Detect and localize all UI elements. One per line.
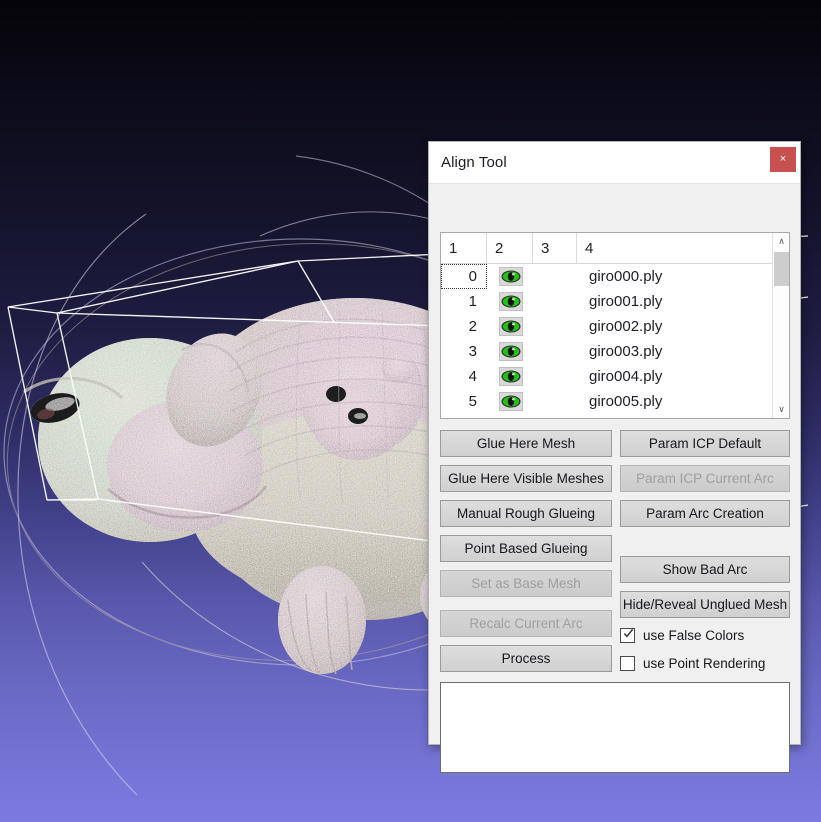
table-row[interactable]: 1 giro001.ply bbox=[441, 289, 789, 314]
scrollbar-thumb[interactable] bbox=[774, 252, 789, 286]
log-output-area[interactable] bbox=[440, 682, 790, 773]
mesh-row-name[interactable]: giro005.ply bbox=[589, 389, 662, 414]
glue-here-mesh-button[interactable]: Glue Here Mesh bbox=[440, 430, 612, 457]
column-header-1[interactable]: 1 bbox=[441, 233, 487, 264]
mesh-list-header: 1 2 3 4 bbox=[441, 233, 789, 264]
mesh-row-flag[interactable] bbox=[545, 289, 589, 314]
scroll-down-icon[interactable]: ∨ bbox=[773, 401, 790, 418]
dialog-title: Align Tool bbox=[441, 154, 507, 171]
use-point-rendering-label: use Point Rendering bbox=[643, 654, 765, 673]
mesh-list-scrollbar[interactable]: ∧ ∨ bbox=[772, 233, 789, 418]
eye-icon bbox=[500, 393, 522, 410]
use-false-colors-label: use False Colors bbox=[643, 626, 744, 645]
mesh-visibility-toggle[interactable] bbox=[499, 342, 523, 361]
table-row[interactable]: 4 giro004.ply bbox=[441, 364, 789, 389]
mesh-row-name[interactable]: giro001.ply bbox=[589, 289, 662, 314]
eye-icon bbox=[500, 268, 522, 285]
mesh-row-flag[interactable] bbox=[545, 389, 589, 414]
column-header-2[interactable]: 2 bbox=[487, 233, 533, 264]
mesh-row-index[interactable]: 5 bbox=[441, 389, 487, 414]
mesh-visibility-toggle[interactable] bbox=[499, 317, 523, 336]
mesh-row-name[interactable]: giro004.ply bbox=[589, 364, 662, 389]
show-bad-arc-button[interactable]: Show Bad Arc bbox=[620, 556, 790, 583]
table-row[interactable]: 5 giro005.ply bbox=[441, 389, 789, 414]
table-row[interactable]: 3 giro003.ply bbox=[441, 339, 789, 364]
align-tool-dialog: Align Tool × 1 2 3 4 0 giro000.ply 1 giro00… bbox=[428, 141, 801, 745]
point-based-glueing-button[interactable]: Point Based Glueing bbox=[440, 535, 612, 562]
mesh-visibility-toggle[interactable] bbox=[499, 367, 523, 386]
close-icon[interactable]: × bbox=[770, 147, 796, 172]
process-button[interactable]: Process bbox=[440, 645, 612, 672]
mesh-row-index[interactable]: 1 bbox=[441, 289, 487, 314]
mesh-visibility-toggle[interactable] bbox=[499, 267, 523, 286]
mesh-row-flag[interactable] bbox=[545, 314, 589, 339]
mesh-row-name[interactable]: giro002.ply bbox=[589, 314, 662, 339]
param-icp-current-arc-button[interactable]: Param ICP Current Arc bbox=[620, 465, 790, 492]
param-arc-creation-button[interactable]: Param Arc Creation bbox=[620, 500, 790, 527]
mesh-row-index[interactable]: 2 bbox=[441, 314, 487, 339]
checkmark-icon bbox=[623, 628, 634, 639]
table-row[interactable]: 0 giro000.ply bbox=[441, 264, 789, 289]
mesh-row-index[interactable]: 4 bbox=[441, 364, 487, 389]
mesh-row-name[interactable]: giro000.ply bbox=[589, 264, 662, 289]
mesh-row-flag[interactable] bbox=[545, 264, 589, 289]
column-header-4[interactable]: 4 bbox=[577, 233, 774, 264]
table-row[interactable]: 2 giro002.ply bbox=[441, 314, 789, 339]
eye-icon bbox=[500, 318, 522, 335]
mesh-row-flag[interactable] bbox=[545, 339, 589, 364]
mesh-visibility-toggle[interactable] bbox=[499, 292, 523, 311]
mesh-list-rows: 0 giro000.ply 1 giro001.ply 2 giro002.ply 3 gir… bbox=[441, 264, 789, 418]
mesh-visibility-toggle[interactable] bbox=[499, 392, 523, 411]
mesh-list[interactable]: 1 2 3 4 0 giro000.ply 1 giro001.ply 2 giro002… bbox=[440, 232, 790, 419]
scroll-up-icon[interactable]: ∧ bbox=[773, 233, 790, 250]
use-false-colors-checkbox[interactable] bbox=[620, 628, 635, 643]
set-as-base-mesh-button[interactable]: Set as Base Mesh bbox=[440, 570, 612, 597]
hide-reveal-unglued-mesh-button[interactable]: Hide/Reveal Unglued Mesh bbox=[620, 591, 790, 618]
glue-here-visible-meshes-button[interactable]: Glue Here Visible Meshes bbox=[440, 465, 612, 492]
eye-icon bbox=[500, 293, 522, 310]
mesh-row-index[interactable]: 3 bbox=[441, 339, 487, 364]
eye-icon bbox=[500, 343, 522, 360]
dialog-titlebar[interactable]: Align Tool × bbox=[429, 142, 800, 184]
app-root: Align Tool × 1 2 3 4 0 giro000.ply 1 giro00… bbox=[0, 0, 821, 822]
param-icp-default-button[interactable]: Param ICP Default bbox=[620, 430, 790, 457]
mesh-row-flag[interactable] bbox=[545, 364, 589, 389]
column-header-3[interactable]: 3 bbox=[533, 233, 577, 264]
dialog-body: 1 2 3 4 0 giro000.ply 1 giro001.ply 2 giro002… bbox=[429, 184, 800, 744]
manual-rough-glueing-button[interactable]: Manual Rough Glueing bbox=[440, 500, 612, 527]
mesh-row-index[interactable]: 0 bbox=[441, 264, 487, 289]
recalc-current-arc-button[interactable]: Recalc Current Arc bbox=[440, 610, 612, 637]
eye-icon bbox=[500, 368, 522, 385]
use-point-rendering-checkbox[interactable] bbox=[620, 656, 635, 671]
mesh-row-name[interactable]: giro003.ply bbox=[589, 339, 662, 364]
